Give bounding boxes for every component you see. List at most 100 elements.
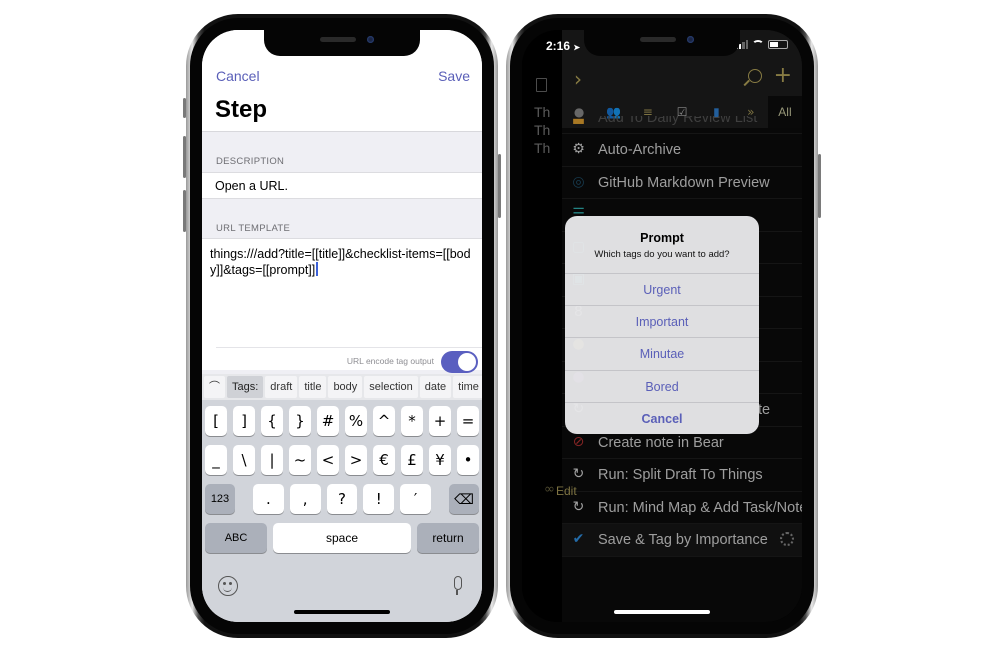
action-row-selected[interactable]: ✔ Save & Tag by Importance xyxy=(562,524,802,557)
tag-selection-button[interactable]: selection xyxy=(364,376,418,398)
action-row[interactable]: ▬ Add To Daily Review List xyxy=(562,116,802,134)
numbers-mode-key[interactable]: 123 xyxy=(205,484,235,514)
url-template-header: URL TEMPLATE xyxy=(216,223,291,234)
search-icon[interactable] xyxy=(748,69,762,83)
action-row[interactable]: ◎ GitHub Markdown Preview xyxy=(562,167,802,199)
url-template-field[interactable]: things:///add?title=[[title]]&checklist-… xyxy=(202,238,482,373)
left-iphone-frame: Cancel Save Step DESCRIPTION Open a URL.… xyxy=(183,14,501,638)
draft-text-line: Th xyxy=(534,104,551,120)
description-field[interactable]: Open a URL. xyxy=(202,172,482,199)
key[interactable]: ′ xyxy=(400,484,431,514)
key[interactable]: % xyxy=(345,406,367,436)
chevron-right-icon[interactable]: › xyxy=(574,67,582,91)
collapse-tag-bar-button[interactable]: ⌒ xyxy=(204,376,225,398)
key[interactable]: = xyxy=(457,406,479,436)
description-value: Open a URL. xyxy=(215,179,288,193)
refresh-icon: ↻ xyxy=(572,466,585,482)
action-row[interactable]: ↻ Run: Split Draft To Things xyxy=(562,459,802,492)
home-indicator xyxy=(614,610,710,614)
key[interactable]: ] xyxy=(233,406,255,436)
text-cursor xyxy=(316,262,319,276)
eye-icon: ◎ xyxy=(572,173,585,190)
key[interactable]: € xyxy=(373,445,395,475)
action-row[interactable]: ⚙ Auto-Archive xyxy=(562,134,802,167)
key[interactable]: , xyxy=(289,484,321,514)
keyboard-row-2: _ \ | ~ < > € £ ¥ • xyxy=(205,445,479,475)
add-action-icon[interactable]: + xyxy=(774,63,792,88)
key[interactable]: + xyxy=(429,406,451,436)
tag-time-button[interactable]: time xyxy=(453,376,482,398)
draft-text-line: Th xyxy=(534,140,551,156)
key[interactable]: # xyxy=(317,406,339,436)
prompt-cancel-button[interactable]: Cancel xyxy=(565,401,759,434)
key[interactable]: } xyxy=(289,406,311,436)
edit-button[interactable]: Edit xyxy=(556,484,577,498)
drafts-action-list-screen: 2:16 ➤ Th Th Th › + ● 👥 ≡ ☑ ▮ » All ▬ Ad… xyxy=(522,30,802,622)
tags-label: Tags: xyxy=(227,376,264,398)
url-encode-toggle[interactable] xyxy=(441,351,478,373)
keyboard: ⌒ Tags: draft title body selection date … xyxy=(202,374,482,622)
key[interactable]: ~ xyxy=(289,445,311,475)
prompt-option-important[interactable]: Important xyxy=(565,305,759,337)
mute-switch xyxy=(183,98,186,118)
right-iphone-frame: 2:16 ➤ Th Th Th › + ● 👥 ≡ ☑ ▮ » All ▬ Ad… xyxy=(506,14,821,638)
description-header: DESCRIPTION xyxy=(216,156,285,167)
key[interactable]: > xyxy=(345,445,367,475)
key[interactable]: . xyxy=(253,484,284,514)
save-button[interactable]: Save xyxy=(438,68,470,84)
page-title: Step xyxy=(215,96,268,123)
url-encode-row: URL encode tag output xyxy=(216,347,482,373)
keyboard-row-3: 123 . , ? ! ′ ⌫ xyxy=(205,484,479,514)
prompt-option-minutae[interactable]: Minutae xyxy=(565,337,759,369)
key[interactable]: { xyxy=(261,406,283,436)
key[interactable]: ^ xyxy=(373,406,395,436)
tag-draft-button[interactable]: draft xyxy=(265,376,298,398)
key[interactable]: [ xyxy=(205,406,227,436)
key[interactable]: ? xyxy=(326,484,358,514)
action-label: Run: Mind Map & Add Task/Notes xyxy=(598,499,802,516)
delete-key[interactable]: ⌫ xyxy=(448,484,479,514)
key[interactable]: _ xyxy=(205,445,227,475)
key[interactable]: £ xyxy=(401,445,423,475)
emoji-icon[interactable] xyxy=(218,576,238,596)
refresh-icon: ↻ xyxy=(572,498,585,515)
power-button xyxy=(498,154,501,218)
keyboard-row-4: ABC space return xyxy=(205,523,479,553)
bear-link-icon: ⊘ xyxy=(572,433,585,450)
action-label: te xyxy=(758,402,771,418)
prompt-option-bored[interactable]: Bored xyxy=(565,369,759,402)
key[interactable]: | xyxy=(261,445,283,475)
key[interactable]: \ xyxy=(233,445,255,475)
abc-key[interactable]: ABC xyxy=(205,523,267,553)
action-row[interactable]: ↻ Run: Mind Map & Add Task/Notes xyxy=(562,492,802,524)
list-icon: ▬ xyxy=(571,116,586,129)
return-key[interactable]: return xyxy=(417,523,479,553)
battery-icon xyxy=(768,40,788,49)
volume-down-button xyxy=(183,190,186,232)
notch xyxy=(584,30,740,56)
key[interactable]: ! xyxy=(363,484,395,514)
prompt-message: Which tags do you want to add? xyxy=(594,249,730,260)
action-label: Create note in Bear xyxy=(598,434,724,451)
power-button xyxy=(818,154,821,218)
key[interactable]: < xyxy=(317,445,339,475)
checkmark-icon: ✔ xyxy=(572,531,585,547)
document-icon xyxy=(536,78,547,92)
space-key[interactable]: space xyxy=(273,523,411,553)
tag-title-button[interactable]: title xyxy=(299,376,327,398)
link-icon: ∞ xyxy=(544,482,555,497)
drafts-step-editor-screen: Cancel Save Step DESCRIPTION Open a URL.… xyxy=(202,30,482,622)
cancel-button[interactable]: Cancel xyxy=(216,68,260,84)
action-label: Save & Tag by Importance xyxy=(598,532,768,548)
tag-body-button[interactable]: body xyxy=(328,376,363,398)
volume-up-button xyxy=(183,136,186,178)
microphone-icon[interactable] xyxy=(452,576,462,596)
key[interactable]: ¥ xyxy=(429,445,451,475)
key[interactable]: * xyxy=(401,406,423,436)
key[interactable]: • xyxy=(457,445,479,475)
loading-spinner-icon xyxy=(780,532,794,546)
tag-bar: ⌒ Tags: draft title body selection date … xyxy=(202,374,482,400)
action-label: Run: Split Draft To Things xyxy=(598,467,763,483)
prompt-option-urgent[interactable]: Urgent xyxy=(565,273,759,305)
tag-date-button[interactable]: date xyxy=(419,376,452,398)
